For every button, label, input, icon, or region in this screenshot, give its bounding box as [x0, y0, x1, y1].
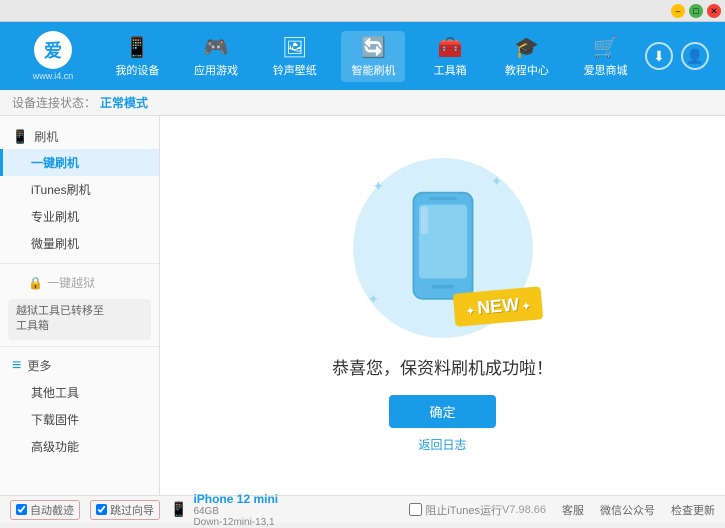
minimize-button[interactable]: – [671, 4, 685, 18]
sparkle-1: ✦ [373, 178, 385, 195]
apps-games-icon: 🎮 [204, 35, 229, 60]
title-bar: – □ ✕ [0, 0, 725, 22]
device-phone-icon: 📱 [170, 501, 187, 518]
customer-service-link[interactable]: 客服 [562, 502, 584, 518]
status-value: 正常模式 [100, 94, 148, 111]
ringtone-label: 铃声壁纸 [273, 62, 317, 78]
header-right: ⬇ 👤 [645, 42, 717, 70]
nav-fan-store[interactable]: 🛒 爱思商城 [574, 31, 638, 82]
version-text: V7.98.66 [502, 504, 546, 516]
auto-jump-checkbox[interactable]: 自动截迹 [10, 500, 80, 520]
flash-section-icon: 📱 [12, 129, 28, 145]
itunes-status-label: 阻止iTunes运行 [425, 502, 502, 518]
auto-jump-input[interactable] [16, 504, 27, 515]
sidebar-item-other-tools[interactable]: 其他工具 [0, 379, 159, 406]
more-section-label: 更多 [27, 357, 51, 374]
logo-area: 爱 www.i4.cn [8, 31, 98, 81]
sidebar-item-download-firmware[interactable]: 下载固件 [0, 406, 159, 433]
sidebar-divider-2 [0, 346, 159, 347]
toolbox-label: 工具箱 [434, 62, 467, 78]
nav-items: 📱 我的设备 🎮 应用游戏 🖼 铃声壁纸 🔄 智能刷机 🧰 工具箱 🎓 教程中心… [98, 31, 645, 82]
sidebar-jailbreak-locked: 🔒 一键越狱 [0, 270, 159, 295]
sidebar: 📱 刷机 一键刷机 iTunes刷机 专业刷机 微量刷机 🔒 一键越狱 越狱工具… [0, 116, 160, 495]
bottom-right: V7.98.66 客服 微信公众号 检查更新 [502, 502, 715, 518]
bottom-bar: 自动截迹 跳过向导 📱 iPhone 12 mini 64GB Down-12m… [0, 495, 725, 523]
header: 爱 www.i4.cn 📱 我的设备 🎮 应用游戏 🖼 铃声壁纸 🔄 智能刷机 … [0, 22, 725, 90]
tutorial-icon: 🎓 [514, 35, 539, 60]
smart-flash-label: 智能刷机 [351, 62, 395, 78]
sidebar-item-itunes-flash[interactable]: iTunes刷机 [0, 176, 159, 203]
nav-ringtone[interactable]: 🖼 铃声壁纸 [263, 31, 327, 82]
nav-my-device[interactable]: 📱 我的设备 [105, 31, 169, 82]
status-label: 设备连接状态： [12, 94, 96, 111]
sidebar-item-micro-flash[interactable]: 微量刷机 [0, 230, 159, 257]
fan-store-icon: 🛒 [593, 35, 618, 60]
check-update-link[interactable]: 检查更新 [671, 502, 715, 518]
nav-tutorial[interactable]: 🎓 教程中心 [495, 31, 559, 82]
maximize-button[interactable]: □ [689, 4, 703, 18]
bottom-left: 自动截迹 跳过向导 📱 iPhone 12 mini 64GB Down-12m… [10, 492, 409, 528]
sidebar-section-flash[interactable]: 📱 刷机 [0, 124, 159, 149]
more-section-icon: ≡ [12, 357, 21, 375]
phone-svg [403, 188, 483, 308]
skip-wizard-input[interactable] [96, 504, 107, 515]
device-firmware: Down-12mini-13,1 [193, 517, 278, 528]
device-details-block: iPhone 12 mini 64GB Down-12mini-13,1 [193, 492, 278, 528]
device-name: iPhone 12 mini [193, 492, 278, 506]
back-link[interactable]: 返回日志 [418, 436, 466, 453]
lock-icon: 🔒 [28, 276, 43, 290]
flash-section-label: 刷机 [34, 128, 58, 145]
my-device-icon: 📱 [125, 35, 150, 60]
success-text: 恭喜您，保资料刷机成功啦！ [332, 354, 553, 379]
content-area: ✦ ✦ ✦ NEW 恭 [160, 116, 725, 495]
sidebar-divider-1 [0, 263, 159, 264]
itunes-status[interactable]: 阻止iTunes运行 [409, 502, 502, 518]
fan-store-label: 爱思商城 [584, 62, 628, 78]
sidebar-item-advanced[interactable]: 高级功能 [0, 433, 159, 460]
sidebar-item-one-key-flash[interactable]: 一键刷机 [0, 149, 159, 176]
status-bar: 设备连接状态： 正常模式 [0, 90, 725, 116]
confirm-button[interactable]: 确定 [389, 395, 495, 428]
sidebar-item-pro-flash[interactable]: 专业刷机 [0, 203, 159, 230]
apps-games-label: 应用游戏 [194, 62, 238, 78]
circle-background: ✦ ✦ ✦ NEW [353, 158, 533, 338]
skip-wizard-label: 跳过向导 [110, 502, 154, 518]
phone-illustration: ✦ ✦ ✦ NEW [353, 158, 533, 338]
close-button[interactable]: ✕ [707, 4, 721, 18]
sparkle-2: ✦ [491, 173, 503, 190]
device-info: 📱 iPhone 12 mini 64GB Down-12mini-13,1 [170, 492, 278, 528]
itunes-checkbox[interactable] [409, 503, 422, 516]
sidebar-jailbreak-note: 越狱工具已转移至 工具箱 [8, 299, 151, 340]
nav-smart-flash[interactable]: 🔄 智能刷机 [341, 31, 405, 82]
new-badge: NEW [453, 286, 544, 327]
wechat-link[interactable]: 微信公众号 [600, 502, 655, 518]
auto-jump-label: 自动截迹 [30, 502, 74, 518]
smart-flash-icon: 🔄 [361, 35, 386, 60]
nav-apps-games[interactable]: 🎮 应用游戏 [184, 31, 248, 82]
logo-sub: www.i4.cn [33, 71, 74, 81]
toolbox-icon: 🧰 [438, 35, 463, 60]
device-storage: 64GB [193, 506, 278, 517]
my-device-label: 我的设备 [115, 62, 159, 78]
download-button[interactable]: ⬇ [645, 42, 673, 70]
user-button[interactable]: 👤 [681, 42, 709, 70]
sparkle-3: ✦ [368, 291, 380, 308]
main-layout: 📱 刷机 一键刷机 iTunes刷机 专业刷机 微量刷机 🔒 一键越狱 越狱工具… [0, 116, 725, 495]
sidebar-section-more[interactable]: ≡ 更多 [0, 353, 159, 379]
ringtone-icon: 🖼 [282, 35, 307, 60]
skip-wizard-checkbox[interactable]: 跳过向导 [90, 500, 160, 520]
nav-toolbox[interactable]: 🧰 工具箱 [420, 31, 480, 82]
logo-icon: 爱 [34, 31, 72, 69]
jailbreak-label: 一键越狱 [47, 274, 95, 291]
tutorial-label: 教程中心 [505, 62, 549, 78]
